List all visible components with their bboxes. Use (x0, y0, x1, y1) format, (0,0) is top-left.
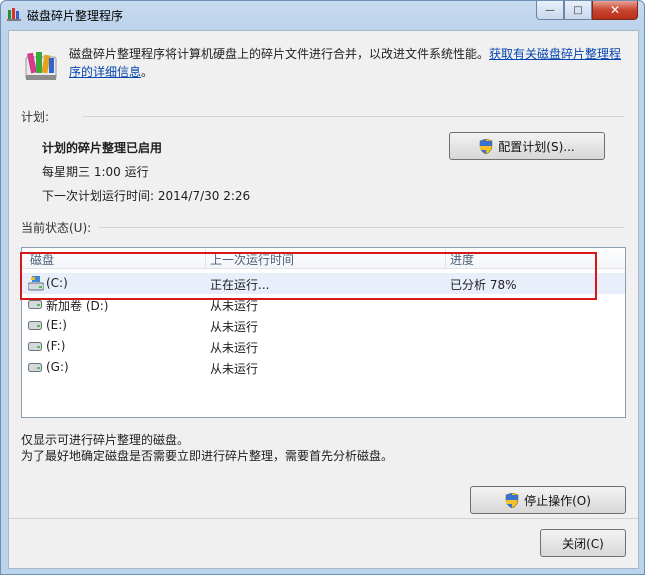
schedule-group-label: 计划: (21, 110, 50, 124)
schedule-status: 计划的碎片整理已启用 (42, 141, 163, 155)
disk-row-d[interactable]: 新加卷 (D:) 从未运行 (22, 294, 625, 315)
drive-icon (28, 300, 42, 309)
disk-row-e[interactable]: (E:) 从未运行 (22, 315, 625, 336)
disk-last-run: 从未运行 (210, 299, 259, 313)
intro-period: 。 (141, 65, 154, 79)
close-button[interactable]: 关闭(C) (540, 529, 626, 557)
schedule-frequency: 每星期三 1:00 运行 (42, 165, 149, 179)
minimize-button[interactable]: — (536, 1, 564, 20)
column-header-last-run[interactable]: 上一次运行时间 (210, 251, 294, 268)
configure-schedule-button[interactable]: 配置计划(S)... (449, 132, 605, 160)
schedule-separator (83, 116, 624, 117)
intro-description: 磁盘碎片整理程序将计算机硬盘上的碎片文件进行合并，以改进文件系统性能。 (69, 47, 490, 61)
status-group-label: 当前状态(U): (21, 221, 92, 235)
note-analyze-first: 为了最好地确定磁盘是否需要立即进行碎片整理，需要首先分析磁盘。 (21, 449, 394, 463)
footer-separator (9, 518, 638, 519)
disk-list[interactable]: 磁盘 上一次运行时间 进度 (C:) 正在运行... 已分析 78% 新加卷 (… (21, 247, 626, 418)
intro-text: 磁盘碎片整理程序将计算机硬盘上的碎片文件进行合并，以改进文件系统性能。获取有关磁… (69, 45, 629, 81)
status-separator (99, 227, 624, 228)
caption-buttons: — □ ✕ (536, 1, 638, 21)
defrag-app-icon (7, 8, 21, 21)
column-header-disk[interactable]: 磁盘 (30, 251, 54, 268)
stop-operation-button[interactable]: 停止操作(O) (470, 486, 626, 514)
close-button-label: 关闭(C) (562, 536, 604, 551)
disk-name: (F:) (46, 339, 66, 353)
disk-row-f[interactable]: (F:) 从未运行 (22, 336, 625, 357)
disk-name: (E:) (46, 318, 67, 332)
defrag-large-icon (25, 52, 57, 80)
shield-icon (479, 138, 493, 154)
drive-icon (28, 342, 42, 351)
defrag-window: 磁盘碎片整理程序 — □ ✕ 磁盘碎片整理程序将计算机硬盘上的碎片文件进行合并，… (0, 0, 645, 575)
maximize-button[interactable]: □ (564, 1, 592, 20)
disk-row-g[interactable]: (G:) 从未运行 (22, 357, 625, 378)
stop-operation-label: 停止操作(O) (524, 493, 591, 508)
disk-last-run: 正在运行... (210, 278, 270, 292)
disk-list-header: 磁盘 上一次运行时间 进度 (22, 248, 625, 269)
disk-row-c[interactable]: (C:) 正在运行... 已分析 78% (22, 273, 625, 294)
disk-name: (C:) (46, 276, 68, 290)
disk-last-run: 从未运行 (210, 362, 259, 376)
system-drive-icon (28, 276, 44, 291)
shield-icon (505, 492, 519, 508)
drive-icon (28, 321, 42, 330)
disk-name: (G:) (46, 360, 69, 374)
disk-last-run: 从未运行 (210, 320, 259, 334)
next-run-time: 下一次计划运行时间: 2014/7/30 2:26 (42, 189, 251, 203)
disk-name: 新加卷 (D:) (46, 299, 109, 313)
column-header-progress[interactable]: 进度 (450, 251, 474, 268)
disk-progress: 已分析 78% (450, 278, 517, 292)
window-title: 磁盘碎片整理程序 (27, 9, 124, 23)
disk-last-run: 从未运行 (210, 341, 259, 355)
close-window-button[interactable]: ✕ (592, 1, 638, 20)
drive-icon (28, 363, 42, 372)
title-bar[interactable]: 磁盘碎片整理程序 — □ ✕ (1, 1, 644, 29)
configure-schedule-label: 配置计划(S)... (498, 139, 575, 154)
dialog-body: 磁盘碎片整理程序将计算机硬盘上的碎片文件进行合并，以改进文件系统性能。获取有关磁… (8, 30, 639, 569)
note-defraggable-only: 仅显示可进行碎片整理的磁盘。 (21, 433, 190, 447)
